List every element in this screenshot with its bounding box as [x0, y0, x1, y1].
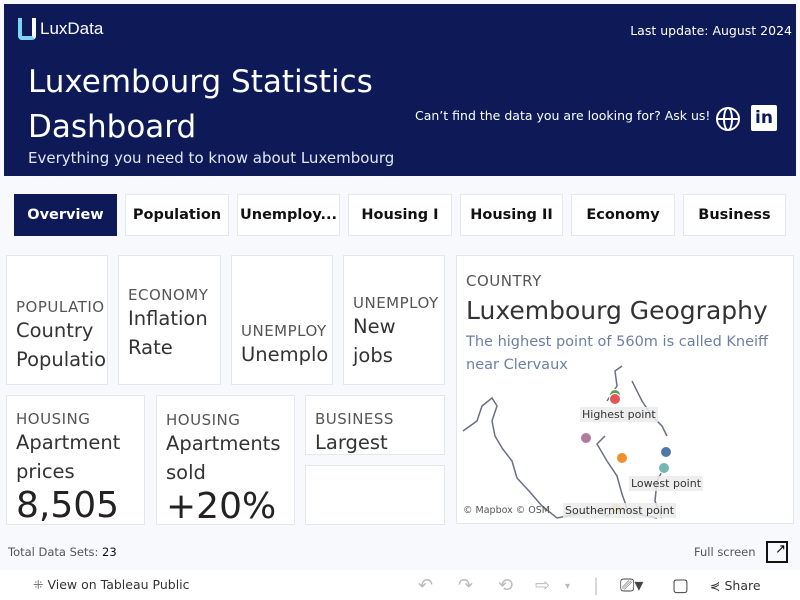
refresh-icon[interactable]: ⇨	[535, 575, 550, 596]
total-data-sets: Total Data Sets: 23	[8, 545, 117, 559]
view-on-tableau-button[interactable]: ⁜ View on Tableau Public	[33, 577, 190, 592]
total-value: 23	[102, 545, 117, 559]
label-southernmost-point: Southernmost point	[563, 503, 677, 518]
map-point[interactable]	[660, 446, 672, 458]
map-point[interactable]	[658, 462, 670, 474]
logo-text: LuxData	[40, 19, 104, 38]
header: LuxData Last update: August 2024 Luxembo…	[4, 4, 796, 176]
card-inflation[interactable]: ECONOMY Inflation Rate	[118, 255, 221, 385]
map-point[interactable]	[616, 452, 628, 464]
map-borders	[462, 365, 668, 519]
full-screen-label[interactable]: Full screen	[694, 545, 756, 559]
card-category: HOUSING	[16, 410, 91, 428]
card-apartment-prices[interactable]: HOUSING Apartment prices 8,505	[6, 395, 145, 525]
label-highest-point: Highest point	[580, 407, 658, 422]
tab-unemployment[interactable]: Unemploy...	[237, 194, 340, 236]
page-subtitle: Everything you need to know about Luxemb…	[28, 149, 395, 167]
linkedin-icon[interactable]: in	[751, 105, 777, 131]
share-button[interactable]: ⋞ Share	[710, 578, 761, 593]
revert-icon[interactable]: ⟲	[498, 575, 513, 596]
map-attribution[interactable]: © Mapbox © OSM	[463, 505, 550, 516]
redo-icon[interactable]: ↷	[458, 575, 473, 596]
fit-icon[interactable]: ▢	[672, 575, 689, 596]
refresh-dropdown-icon[interactable]: ▾	[565, 581, 570, 592]
card-category: POPULATIO	[16, 298, 105, 316]
page-title: Luxembourg Statistics Dashboard	[28, 64, 373, 145]
last-update: Last update: August 2024	[630, 23, 792, 38]
map-point[interactable]	[609, 393, 621, 405]
card-unemployment[interactable]: UNEMPLOY Unemplo	[231, 255, 333, 385]
card-category: UNEMPLOY	[353, 294, 439, 312]
full-screen-icon[interactable]: ↗	[766, 541, 788, 563]
map-card[interactable]: COUNTRY Luxembourg Geography The highest…	[456, 255, 794, 524]
card-title: New jobs	[353, 315, 396, 367]
ask-us-text: Can’t find the data you are looking for?…	[415, 108, 711, 123]
card-title: Largest	[315, 431, 388, 454]
label-lowest-point: Lowest point	[629, 476, 704, 491]
card-category: UNEMPLOY	[241, 322, 327, 340]
share-icon: ⋞	[710, 578, 721, 593]
card-title: Country Populatio	[16, 319, 107, 371]
tab-overview[interactable]: Overview	[14, 194, 117, 236]
tab-housing-1[interactable]: Housing I	[348, 194, 452, 236]
card-business[interactable]: BUSINESS Largest	[305, 395, 445, 455]
logo-icon	[18, 18, 36, 40]
logo[interactable]: LuxData	[18, 18, 103, 40]
total-label: Total Data Sets:	[8, 545, 99, 559]
map-point[interactable]	[580, 432, 592, 444]
card-title: Inflation Rate	[128, 307, 208, 359]
card-category: HOUSING	[166, 411, 241, 429]
card-value: 8,505	[16, 485, 120, 525]
card-category: ECONOMY	[128, 286, 209, 304]
view-public-label: View on Tableau Public	[47, 577, 190, 592]
card-title: Unemplo	[241, 343, 329, 366]
tab-economy[interactable]: Economy	[571, 194, 675, 236]
download-icon[interactable]: ⎚▾	[620, 575, 643, 596]
tab-business[interactable]: Business	[683, 194, 786, 236]
tab-population[interactable]: Population	[125, 194, 229, 236]
undo-icon[interactable]: ↶	[418, 575, 433, 596]
card-title: Apartments sold	[166, 432, 281, 484]
card-title: Apartment prices	[16, 431, 121, 483]
card-new-jobs[interactable]: UNEMPLOY New jobs	[343, 255, 445, 385]
card-empty	[305, 465, 445, 525]
card-population[interactable]: POPULATIO Country Populatio	[6, 255, 108, 385]
tableau-icon: ⁜	[33, 577, 44, 592]
card-category: BUSINESS	[315, 410, 394, 428]
card-apartments-sold[interactable]: HOUSING Apartments sold +20%	[156, 395, 295, 525]
card-value: +20%	[166, 486, 277, 525]
share-label: Share	[724, 578, 761, 593]
tab-housing-2[interactable]: Housing II	[460, 194, 563, 236]
toolbar-divider: |	[593, 575, 600, 596]
globe-icon[interactable]	[716, 107, 740, 131]
